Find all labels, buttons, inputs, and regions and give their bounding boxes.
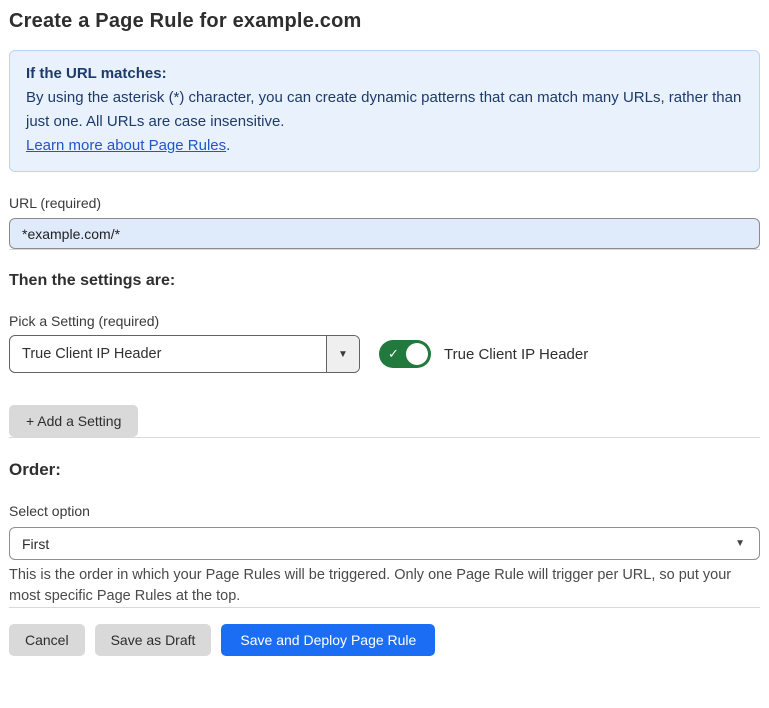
order-select-label: Select option — [9, 503, 760, 519]
url-field-label: URL (required) — [9, 195, 760, 211]
order-select-value: First — [22, 536, 49, 552]
link-suffix: . — [226, 137, 230, 154]
chevron-down-icon: ▼ — [735, 538, 745, 549]
order-select[interactable]: First ▼ — [9, 527, 760, 560]
setting-toggle[interactable]: ✓ — [379, 340, 431, 368]
setting-select-value: True Client IP Header — [10, 336, 326, 372]
info-box-heading: If the URL matches: — [26, 62, 743, 86]
footer-actions: Cancel Save as Draft Save and Deploy Pag… — [9, 624, 760, 656]
divider — [9, 249, 760, 250]
learn-more-link[interactable]: Learn more about Page Rules — [26, 137, 226, 154]
url-match-info-box: If the URL matches: By using the asteris… — [9, 50, 760, 172]
pick-setting-label: Pick a Setting (required) — [9, 313, 760, 329]
cancel-button[interactable]: Cancel — [9, 624, 85, 656]
order-section-heading: Order: — [9, 460, 760, 480]
divider — [9, 607, 760, 608]
info-box-body: By using the asterisk (*) character, you… — [26, 86, 743, 134]
setting-row: True Client IP Header ▼ ✓ True Client IP… — [9, 335, 760, 373]
divider — [9, 437, 760, 438]
setting-select[interactable]: True Client IP Header ▼ — [9, 335, 360, 373]
check-icon: ✓ — [388, 345, 399, 363]
dropdown-arrow-icon[interactable]: ▼ — [326, 336, 359, 372]
toggle-label: True Client IP Header — [444, 346, 588, 363]
info-box-link-line: Learn more about Page Rules. — [26, 134, 743, 158]
toggle-wrap: ✓ True Client IP Header — [379, 340, 588, 368]
save-draft-button[interactable]: Save as Draft — [95, 624, 212, 656]
save-deploy-button[interactable]: Save and Deploy Page Rule — [221, 624, 435, 656]
order-help-text: This is the order in which your Page Rul… — [9, 565, 757, 607]
url-input[interactable] — [9, 218, 760, 249]
page-title: Create a Page Rule for example.com — [9, 10, 760, 33]
add-setting-button[interactable]: + Add a Setting — [9, 405, 138, 437]
toggle-knob — [406, 343, 428, 365]
settings-section-heading: Then the settings are: — [9, 272, 760, 290]
